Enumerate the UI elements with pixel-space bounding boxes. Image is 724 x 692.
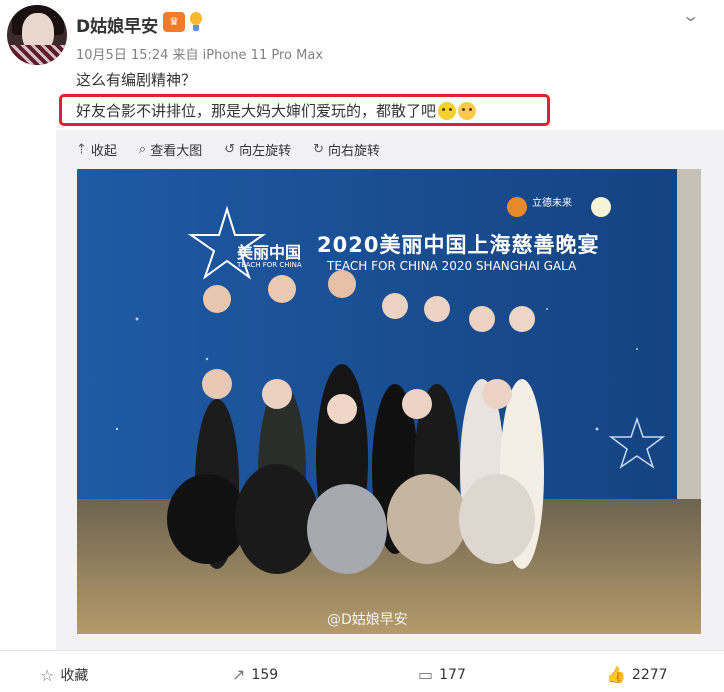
magnifier-icon: ⌕ <box>138 142 147 157</box>
photo-title-cn: 2020美丽中国上海慈善晚宴 <box>317 233 600 257</box>
crown-badge-icon[interactable]: ♛ <box>163 12 185 32</box>
comment-count: 177 <box>439 666 466 683</box>
favorite-button[interactable]: ☆ 收藏 <box>40 665 88 685</box>
post-photo[interactable]: 2020美丽中国上海慈善晚宴 TEACH FOR CHINA 2020 SHAN… <box>77 169 701 634</box>
photo-logo-en: TEACH FOR CHINA <box>237 261 302 269</box>
rotate-right-label: 向右旋转 <box>328 144 381 159</box>
repost-count: 159 <box>251 666 279 683</box>
media-toolbar: ⇡ 收起 ⌕ 查看大图 ↺ 向左旋转 ↻ 向右旋转 <box>76 140 380 159</box>
collapse-button[interactable]: ⇡ 收起 <box>76 140 117 159</box>
photo-title-en: TEACH FOR CHINA 2020 SHANGHAI GALA <box>327 259 577 273</box>
action-bar: ☆ 收藏 ↗ 159 ▭ 177 👍 2277 <box>0 652 724 692</box>
like-count: 2277 <box>631 666 668 683</box>
bulb-badge-icon[interactable] <box>189 12 203 32</box>
photo-logo-cn: 美丽中国 <box>237 243 302 262</box>
actions-divider <box>0 650 724 651</box>
favorite-label: 收藏 <box>60 668 89 684</box>
photo-watermark: @D姑娘早安 <box>327 612 408 628</box>
weibo-post: D姑娘早安 ♛ ⌄ 10月5日 15:24 来自 iPhone 11 Pro M… <box>0 0 724 692</box>
rotate-right-button[interactable]: ↻ 向右旋转 <box>313 140 380 159</box>
like-button[interactable]: 👍 2277 <box>606 665 668 684</box>
post-text-line1: 这么有编剧精神？ <box>76 71 197 89</box>
collapse-label: 收起 <box>90 144 117 159</box>
comment-button[interactable]: ▭ 177 <box>418 665 466 684</box>
view-large-button[interactable]: ⌕ 查看大图 <box>139 140 202 159</box>
highlight-box <box>59 94 550 126</box>
chevron-down-icon[interactable]: ⌄ <box>681 6 700 25</box>
photo-sponsor: 立德未来 <box>532 198 572 209</box>
post-meta: 10月5日 15:24 来自 iPhone 11 Pro Max <box>76 48 323 63</box>
comment-icon: ▭ <box>418 665 434 684</box>
rotate-left-icon: ↺ <box>224 142 236 157</box>
rotate-right-icon: ↻ <box>313 142 325 157</box>
user-badges: ♛ <box>163 12 203 32</box>
star-icon: ☆ <box>40 665 55 685</box>
username-link[interactable]: D姑娘早安 <box>76 12 158 37</box>
collapse-icon: ⇡ <box>76 142 87 157</box>
repost-icon: ↗ <box>232 665 246 684</box>
avatar[interactable] <box>7 5 67 65</box>
rotate-left-button[interactable]: ↺ 向左旋转 <box>224 140 291 159</box>
like-icon: 👍 <box>606 665 626 684</box>
avatar-scarf <box>7 45 67 65</box>
repost-button[interactable]: ↗ 159 <box>232 665 278 684</box>
view-large-label: 查看大图 <box>150 144 203 159</box>
rotate-left-label: 向左旋转 <box>239 144 292 159</box>
